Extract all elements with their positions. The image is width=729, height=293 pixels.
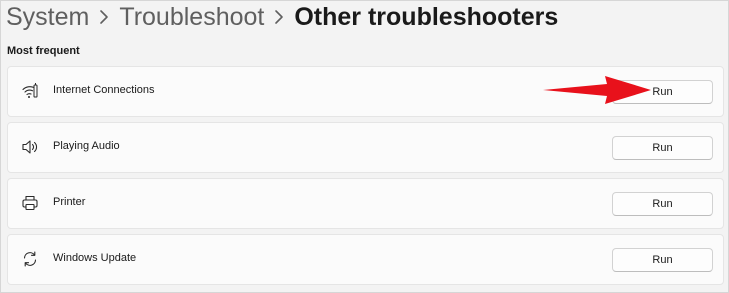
section-title: Most frequent bbox=[7, 45, 80, 57]
chevron-right-icon bbox=[264, 9, 294, 25]
sync-icon bbox=[21, 250, 39, 268]
speaker-icon bbox=[21, 138, 39, 156]
troubleshooter-row-windows-update: Windows Update Run bbox=[7, 234, 724, 285]
troubleshooter-label: Printer bbox=[53, 196, 86, 208]
run-button-printer[interactable]: Run bbox=[612, 192, 713, 216]
troubleshooter-row-playing-audio: Playing Audio Run bbox=[7, 122, 724, 173]
troubleshooter-label: Internet Connections bbox=[53, 84, 155, 96]
breadcrumb-troubleshoot[interactable]: Troubleshoot bbox=[119, 3, 264, 32]
troubleshooter-label: Playing Audio bbox=[53, 140, 120, 152]
troubleshooter-row-printer: Printer Run bbox=[7, 178, 724, 229]
run-button-playing-audio[interactable]: Run bbox=[612, 136, 713, 160]
breadcrumb-system[interactable]: System bbox=[6, 3, 89, 32]
page-title: Other troubleshooters bbox=[294, 2, 559, 31]
wifi-icon bbox=[21, 82, 39, 100]
red-arrow-annotation bbox=[543, 76, 651, 104]
troubleshooter-label: Windows Update bbox=[53, 252, 137, 264]
printer-icon bbox=[21, 194, 39, 212]
run-button-windows-update[interactable]: Run bbox=[612, 248, 713, 272]
breadcrumb: System Troubleshoot Other troubleshooter… bbox=[6, 2, 558, 32]
chevron-right-icon bbox=[89, 9, 119, 25]
